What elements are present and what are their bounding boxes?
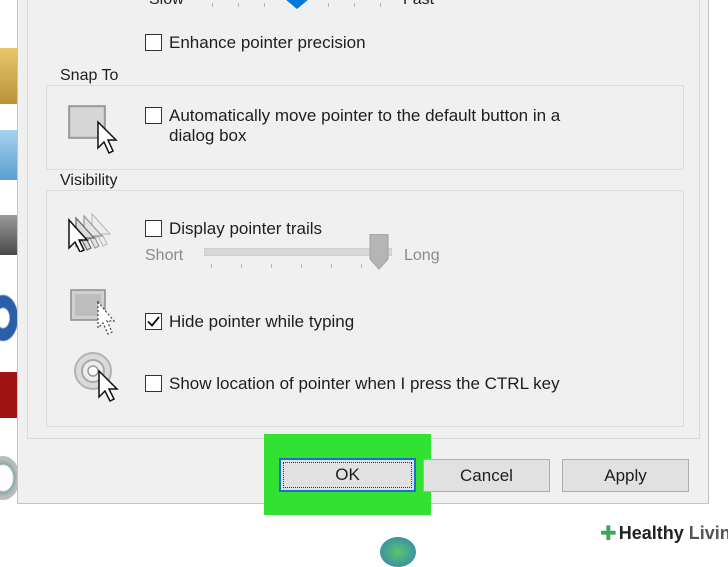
hide-while-typing-checkbox[interactable]	[145, 313, 162, 330]
brand-second-word: Living	[688, 523, 728, 543]
ctrl-locate-label: Show location of pointer when I press th…	[169, 374, 560, 393]
ctrl-locate-checkbox[interactable]	[145, 375, 162, 392]
speed-slow-label: Slow	[149, 0, 184, 9]
taskbar-globe-icon	[380, 537, 416, 567]
trail-tick	[211, 264, 212, 268]
speed-slider-thumb[interactable]	[285, 0, 309, 11]
trail-length-thumb[interactable]	[369, 234, 389, 270]
trail-long-label: Long	[404, 247, 440, 264]
snap-to-label-line1: Automatically move pointer to the defaul…	[169, 106, 561, 125]
speed-tick	[380, 3, 381, 7]
snap-to-icon	[68, 105, 118, 155]
speed-tick	[264, 3, 265, 7]
ctrl-locate-row[interactable]: Show location of pointer when I press th…	[145, 374, 560, 394]
trail-tick	[361, 264, 362, 268]
plus-icon: ✚	[600, 523, 617, 545]
pointer-trails-label: Display pointer trails	[169, 219, 323, 238]
snap-to-row[interactable]: Automatically move pointer to the defaul…	[145, 106, 560, 146]
mouse-properties-dialog: Slow Fast Enhance pointer precision Snap…	[17, 0, 709, 504]
speed-tick	[328, 3, 329, 7]
trail-tick	[271, 264, 272, 268]
trail-tick	[241, 264, 242, 268]
snap-to-checkbox[interactable]	[145, 107, 162, 124]
enhance-precision-label: Enhance pointer precision	[169, 33, 366, 52]
ok-button[interactable]: OK	[279, 458, 416, 492]
pointer-trails-row[interactable]: Display pointer trails	[145, 219, 322, 239]
enhance-precision-row[interactable]: Enhance pointer precision	[145, 33, 366, 53]
speed-tick	[212, 3, 213, 7]
visibility-title: Visibility	[57, 172, 121, 190]
enhance-precision-checkbox[interactable]	[145, 34, 162, 51]
pointer-trails-icon	[68, 212, 112, 252]
trail-tick	[331, 264, 332, 268]
speed-tick	[354, 3, 355, 7]
cancel-button[interactable]: Cancel	[423, 459, 550, 492]
hide-while-typing-icon	[70, 289, 116, 335]
brand-first-word: Healthy	[618, 523, 684, 543]
checkmark-icon	[147, 316, 160, 327]
ctrl-locate-icon	[74, 352, 119, 403]
snap-to-label: Automatically move pointer to the defaul…	[169, 106, 560, 146]
hide-while-typing-row[interactable]: Hide pointer while typing	[145, 312, 354, 332]
speed-fast-label: Fast	[403, 0, 434, 9]
speed-tick	[238, 3, 239, 7]
trail-length-track[interactable]	[204, 248, 392, 256]
apply-button[interactable]: Apply	[562, 459, 689, 492]
trail-tick	[301, 264, 302, 268]
hide-while-typing-label: Hide pointer while typing	[169, 312, 355, 331]
pointer-options-panel: Slow Fast Enhance pointer precision Snap…	[27, 0, 700, 439]
watermark-logo: ✚ Healthy Living	[596, 521, 728, 546]
trail-short-label: Short	[145, 247, 184, 264]
pointer-trails-checkbox[interactable]	[145, 220, 162, 237]
snap-to-label-line2: dialog box	[169, 126, 247, 145]
snap-to-title: Snap To	[57, 67, 122, 85]
